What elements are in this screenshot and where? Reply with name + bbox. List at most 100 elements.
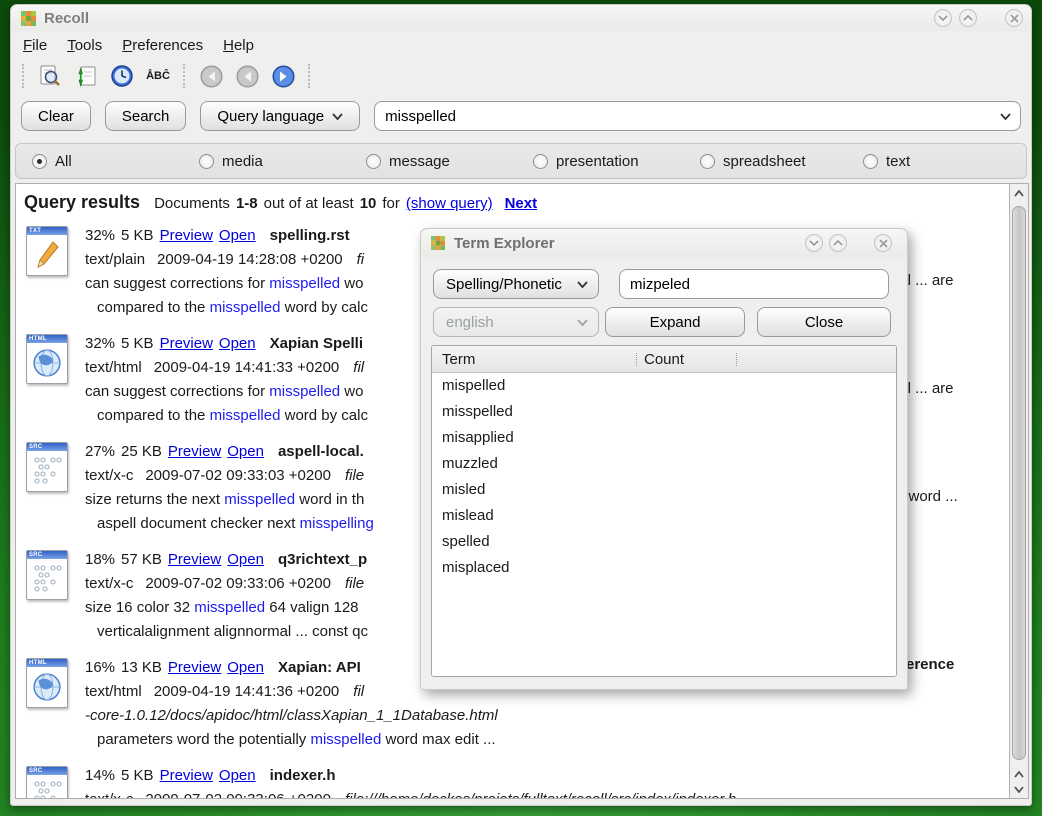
shade-button[interactable] (829, 234, 847, 252)
column-term[interactable]: Term (432, 351, 475, 368)
next-page-icon[interactable] (269, 62, 297, 90)
filter-text[interactable]: text (863, 153, 910, 170)
open-link[interactable]: Open (219, 335, 256, 352)
open-link[interactable]: Open (227, 443, 264, 460)
open-link[interactable]: Open (227, 659, 264, 676)
menubar: File Tools Preferences Help (11, 31, 1031, 59)
relevance: 16% (85, 659, 115, 676)
term-table-header: Term Count (432, 346, 896, 373)
document-history-icon[interactable] (108, 62, 136, 90)
result-title: indexer.h (270, 767, 336, 784)
next-page-link[interactable]: Next (505, 195, 538, 212)
preview-link[interactable]: Preview (160, 767, 213, 784)
preview-link[interactable]: Preview (160, 227, 213, 244)
file-size: 25 KB (121, 443, 162, 460)
expansion-mode-select[interactable]: Spelling/Phonetic (433, 269, 599, 299)
term-row[interactable]: misapplied (432, 425, 896, 451)
toolbar-handle[interactable] (308, 64, 311, 88)
source-code-icon (27, 451, 67, 491)
preview-link[interactable]: Preview (168, 551, 221, 568)
menu-file[interactable]: File (23, 37, 47, 54)
term-row[interactable]: mispelled (432, 373, 896, 399)
relevance: 32% (85, 335, 115, 352)
menu-preferences[interactable]: Preferences (122, 37, 203, 54)
doc-date: 2009-04-19 14:28:08 +0200 (157, 251, 343, 268)
column-resize-handle[interactable] (636, 353, 637, 366)
window-title: Recoll (44, 10, 89, 27)
toolbar-handle[interactable] (22, 64, 25, 88)
source-code-icon (27, 775, 67, 798)
scroll-up-icon[interactable] (1010, 767, 1028, 781)
open-link[interactable]: Open (227, 551, 264, 568)
radio-icon[interactable] (366, 154, 381, 169)
menu-tools[interactable]: Tools (67, 37, 102, 54)
search-input-combo (374, 101, 1021, 131)
menu-help[interactable]: Help (223, 37, 254, 54)
preview-link[interactable]: Preview (168, 659, 221, 676)
sort-parameters-icon[interactable] (72, 62, 100, 90)
results-scrollbar[interactable] (1009, 184, 1028, 798)
dialog-titlebar[interactable]: Term Explorer (421, 229, 907, 257)
close-button[interactable] (1005, 9, 1023, 27)
document-type-filterbar: All media message presentation spreadshe… (15, 143, 1027, 179)
term-input[interactable] (619, 269, 889, 299)
term-input-wrap (619, 269, 889, 299)
filter-spreadsheet[interactable]: spreadsheet (700, 153, 806, 170)
term-row[interactable]: misled (432, 477, 896, 503)
toolbar-handle[interactable] (183, 64, 186, 88)
search-input[interactable] (374, 101, 1021, 131)
chevron-down-icon (577, 319, 588, 326)
close-dialog-button[interactable]: Close (757, 307, 891, 337)
radio-icon[interactable] (700, 154, 715, 169)
column-count[interactable]: Count (644, 351, 684, 368)
show-query-link[interactable]: (show query) (406, 195, 493, 212)
relevance: 32% (85, 227, 115, 244)
first-page-icon[interactable] (197, 62, 225, 90)
scrollbar-thumb[interactable] (1012, 206, 1026, 760)
main-titlebar[interactable]: Recoll (11, 5, 1031, 31)
advanced-search-icon[interactable] (36, 62, 64, 90)
open-link[interactable]: Open (219, 767, 256, 784)
radio-icon[interactable] (863, 154, 878, 169)
previous-page-icon[interactable] (233, 62, 261, 90)
term-row[interactable]: spelled (432, 529, 896, 555)
chevron-down-icon (577, 281, 588, 288)
file-type-badge: HTML (27, 659, 67, 667)
open-link[interactable]: Open (219, 227, 256, 244)
query-language-select[interactable]: Query language (200, 101, 360, 131)
filter-message[interactable]: message (366, 153, 450, 170)
results-title: Query results (24, 192, 140, 213)
scroll-up-icon[interactable] (1010, 186, 1028, 200)
file-size: 5 KB (121, 227, 154, 244)
radio-icon[interactable] (32, 154, 47, 169)
search-button[interactable]: Search (105, 101, 187, 131)
radio-icon[interactable] (533, 154, 548, 169)
term-row[interactable]: misspelled (432, 399, 896, 425)
radio-icon[interactable] (199, 154, 214, 169)
filter-all[interactable]: All (32, 153, 72, 170)
term-explorer-icon[interactable]: ÅBĈ (144, 62, 172, 90)
filter-media[interactable]: media (199, 153, 263, 170)
minimize-button[interactable] (934, 9, 952, 27)
relevance: 27% (85, 443, 115, 460)
file-type-badge: HTML (27, 335, 67, 343)
close-button[interactable] (874, 234, 892, 252)
source-file-icon: SRC (26, 766, 68, 798)
shade-button[interactable] (959, 9, 977, 27)
doc-date: 2009-07-02 09:33:06 +0200 (145, 791, 331, 798)
html-file-icon: HTML (26, 334, 68, 384)
column-resize-handle[interactable] (736, 353, 737, 366)
term-row[interactable]: misplaced (432, 555, 896, 581)
filter-presentation[interactable]: presentation (533, 153, 639, 170)
expand-button[interactable]: Expand (605, 307, 745, 337)
term-row[interactable]: mislead (432, 503, 896, 529)
scroll-down-icon[interactable] (1010, 782, 1028, 796)
recoll-app-icon (21, 11, 36, 26)
minimize-button[interactable] (805, 234, 823, 252)
clear-button[interactable]: Clear (21, 101, 91, 131)
chevron-down-icon (332, 113, 343, 120)
term-row[interactable]: muzzled (432, 451, 896, 477)
preview-link[interactable]: Preview (160, 335, 213, 352)
chevron-down-icon[interactable] (1000, 113, 1011, 120)
preview-link[interactable]: Preview (168, 443, 221, 460)
